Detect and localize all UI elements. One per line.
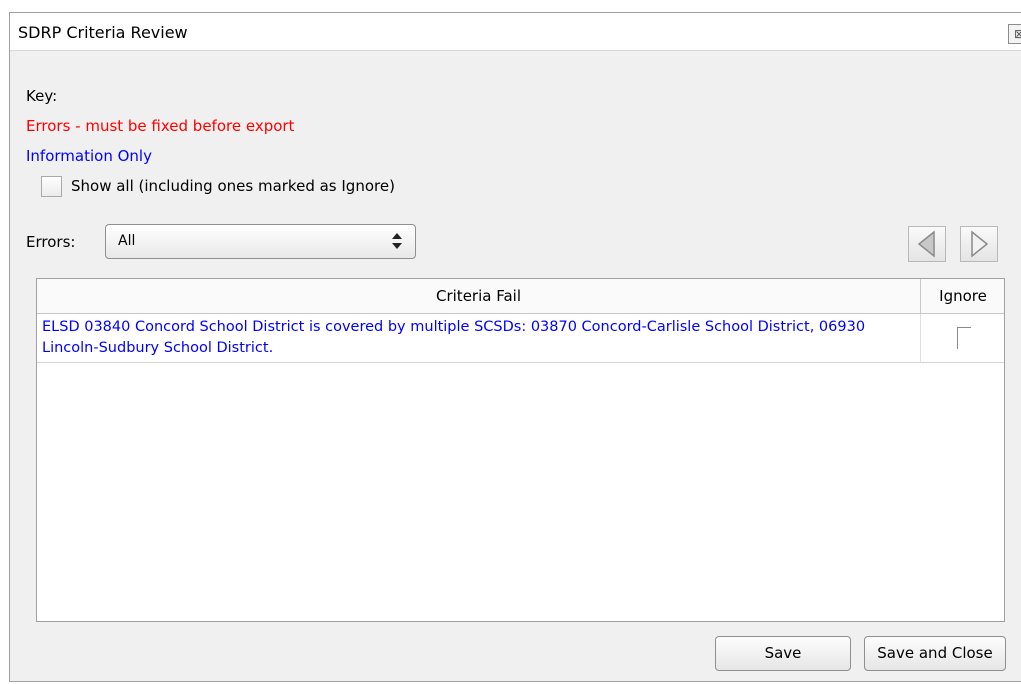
show-all-checkbox[interactable] bbox=[41, 176, 62, 197]
updown-arrows-icon bbox=[392, 233, 402, 249]
next-button[interactable] bbox=[960, 226, 998, 262]
table-row[interactable]: ELSD 03840 Concord School District is co… bbox=[37, 314, 1004, 363]
save-button[interactable]: Save bbox=[715, 636, 851, 671]
window-title: SDRP Criteria Review bbox=[18, 23, 188, 42]
show-all-label: Show all (including ones marked as Ignor… bbox=[71, 177, 395, 195]
column-header-criteria-fail[interactable]: Criteria Fail bbox=[37, 279, 921, 313]
info-legend: Information Only bbox=[26, 147, 152, 165]
dialog-content: Key: Errors - must be fixed before expor… bbox=[10, 51, 1021, 681]
criteria-review-window: SDRP Criteria Review ⊠ Key: Errors - mus… bbox=[9, 12, 1021, 682]
key-label: Key: bbox=[26, 87, 58, 105]
errors-filter-select[interactable]: All bbox=[105, 224, 416, 259]
save-and-close-button[interactable]: Save and Close bbox=[864, 636, 1006, 671]
previous-button[interactable] bbox=[908, 226, 946, 262]
errors-filter-label: Errors: bbox=[26, 233, 76, 251]
ignore-checkbox[interactable] bbox=[957, 327, 971, 349]
errors-filter-value: All bbox=[118, 233, 136, 249]
triangle-right-icon bbox=[971, 230, 989, 258]
close-button[interactable]: ⊠ bbox=[1008, 24, 1021, 44]
title-bar: SDRP Criteria Review ⊠ bbox=[10, 13, 1021, 51]
criteria-table: Criteria Fail Ignore ELSD 03840 Concord … bbox=[36, 278, 1005, 622]
error-legend: Errors - must be fixed before export bbox=[26, 117, 295, 135]
table-header: Criteria Fail Ignore bbox=[37, 279, 1004, 314]
triangle-left-icon bbox=[917, 230, 935, 258]
column-header-ignore[interactable]: Ignore bbox=[921, 279, 1005, 313]
criteria-fail-cell: ELSD 03840 Concord School District is co… bbox=[42, 319, 866, 356]
ignore-cell bbox=[920, 314, 1005, 362]
close-icon: ⊠ bbox=[1014, 27, 1021, 41]
